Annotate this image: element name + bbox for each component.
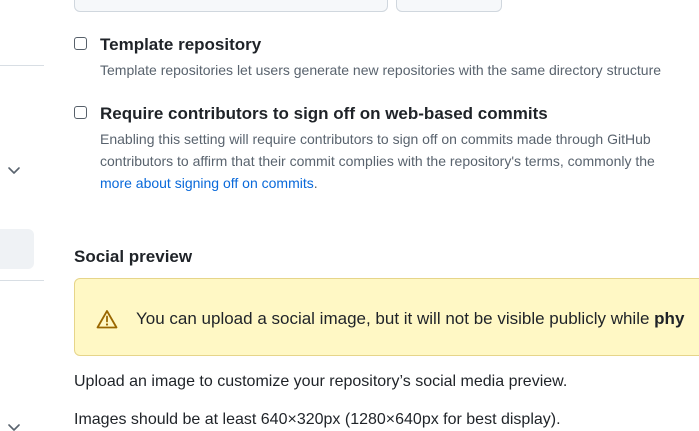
- alert-triangle-icon: [96, 310, 118, 329]
- template-repository-checkbox[interactable]: [74, 37, 87, 50]
- social-preview-title: Social preview: [74, 247, 193, 266]
- chevron-down-icon[interactable]: [6, 419, 22, 431]
- sidebar-item-selected[interactable]: [0, 229, 34, 269]
- settings-page: Template repository Template repositorie…: [0, 0, 699, 431]
- social-preview-warning: You can upload a social image, but it wi…: [74, 278, 699, 356]
- chevron-down-icon[interactable]: [6, 162, 22, 178]
- template-repository-description: Template repositories let users generate…: [100, 62, 662, 78]
- rename-button[interactable]: [396, 0, 502, 12]
- sign-off-description-line: Enabling this setting will require contr…: [100, 131, 651, 147]
- sign-off-description: Enabling this setting will require contr…: [100, 128, 655, 194]
- template-repository-label[interactable]: Template repository: [100, 35, 261, 55]
- warning-message-bold: phy: [654, 309, 685, 328]
- sidebar-divider: [0, 65, 44, 66]
- warning-message-text: You can upload a social image, but it wi…: [136, 309, 655, 328]
- sign-off-link-suffix: .: [313, 175, 318, 191]
- social-preview-size-text: Images should be at least 640×320px (128…: [74, 411, 561, 428]
- sign-off-checkbox[interactable]: [74, 106, 87, 119]
- sign-off-description-line: contributors to affirm that their commit…: [100, 153, 655, 169]
- sign-off-description-line: more about signing off on commits.: [100, 172, 655, 194]
- sidebar-divider: [0, 280, 44, 281]
- default-branch-input[interactable]: [74, 0, 388, 12]
- social-preview-upload-text: Upload an image to customize your reposi…: [74, 373, 568, 390]
- sign-off-learn-more-link[interactable]: more about signing off on commits: [100, 175, 314, 191]
- warning-message: You can upload a social image, but it wi…: [136, 309, 684, 329]
- sidebar: [0, 0, 46, 431]
- sign-off-label[interactable]: Require contributors to sign off on web-…: [100, 104, 548, 124]
